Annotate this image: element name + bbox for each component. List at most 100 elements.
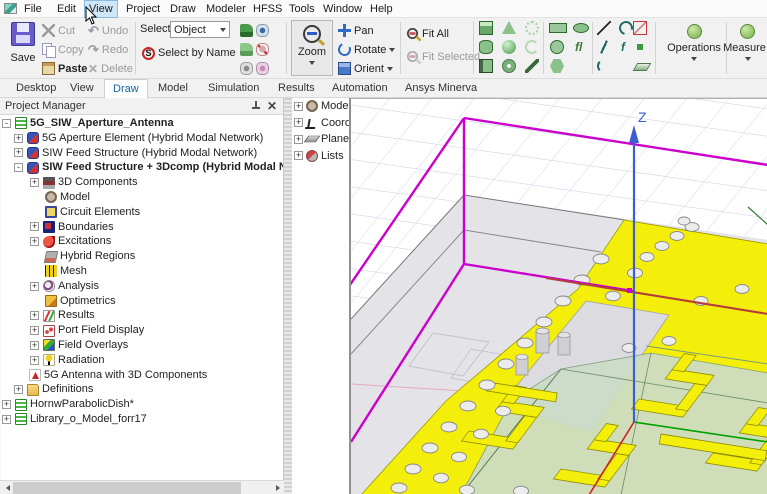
delete-button[interactable]: ✕Delete <box>88 59 133 78</box>
paste-button[interactable]: Paste <box>42 59 87 78</box>
tree-item-analysis[interactable]: +Analysis <box>0 279 283 294</box>
select-by-name-button[interactable]: S Select by Name <box>142 44 236 62</box>
menu-edit[interactable]: Edit <box>53 1 80 17</box>
hexagon-icon[interactable] <box>550 59 564 73</box>
pan-button[interactable]: Pan <box>338 21 395 40</box>
tree-item-excitations[interactable]: +Excitations <box>0 234 283 249</box>
scroll-right-button[interactable] <box>271 482 284 494</box>
box-icon[interactable] <box>479 21 493 35</box>
menu-modeler[interactable]: Modeler <box>202 1 250 17</box>
panel-splitter[interactable] <box>284 98 292 494</box>
copy-button[interactable]: Copy <box>42 40 87 59</box>
horizontal-scrollbar[interactable] <box>0 480 284 494</box>
menu-window[interactable]: Window <box>319 1 366 17</box>
tab-results[interactable]: Results <box>270 79 323 98</box>
menu-file[interactable]: File <box>20 1 46 17</box>
tree-item-circuit-elements[interactable]: Circuit Elements <box>0 205 283 220</box>
show-selection-icon[interactable] <box>240 43 253 56</box>
model-tree-item-model[interactable]: +Model <box>292 98 349 115</box>
tree-item-design[interactable]: +SIW Feed Structure (Hybrid Modal Networ… <box>0 146 283 161</box>
tree-item-field-overlays[interactable]: +Field Overlays <box>0 338 283 353</box>
tab-simulation[interactable]: Simulation <box>200 79 267 98</box>
tree-item-project3[interactable]: +Library_o_Model_forr17 <box>0 412 283 427</box>
cylinder-icon[interactable] <box>479 40 493 54</box>
equation-curve-icon[interactable]: f <box>621 40 625 54</box>
spline-icon[interactable] <box>597 40 611 54</box>
tab-model[interactable]: Model <box>150 79 196 98</box>
view-nav-group: Pan Rotate Orient <box>338 21 395 78</box>
tree-item-results[interactable]: +Results <box>0 308 283 323</box>
rectangle-icon[interactable] <box>549 23 567 33</box>
line-icon[interactable] <box>597 21 611 35</box>
menu-draw[interactable]: Draw <box>166 1 200 17</box>
circle-icon[interactable] <box>550 40 564 54</box>
clipboard-group: Cut Copy Paste <box>42 21 87 78</box>
facets-icon[interactable]: fl <box>575 40 582 54</box>
tree-item-port-field-display[interactable]: +Port Field Display <box>0 323 283 338</box>
fit-all-button[interactable]: Fit All <box>406 24 480 43</box>
hide-all-icon[interactable] <box>256 62 269 75</box>
prism-icon[interactable] <box>479 59 493 73</box>
tab-automation[interactable]: Automation <box>324 79 396 98</box>
tree-item-definitions[interactable]: +Definitions <box>0 382 283 397</box>
tree-item-project2[interactable]: +HornwParabolicDish* <box>0 397 283 412</box>
fit-selected-button[interactable]: Fit Selected <box>406 47 480 66</box>
save-button[interactable]: Save <box>6 22 40 67</box>
hide-selection-icon[interactable] <box>256 43 269 56</box>
arc-segment-icon[interactable] <box>597 59 611 73</box>
tree-item-hybrid-regions[interactable]: Hybrid Regions <box>0 249 283 264</box>
measure-button[interactable]: Measure <box>728 24 767 67</box>
menu-help[interactable]: Help <box>366 1 397 17</box>
model-tree-item-planes[interactable]: +Planes <box>292 131 349 148</box>
ellipse-icon[interactable] <box>573 23 589 33</box>
tree-item-project[interactable]: -5G_SIW_Aperture_Antenna <box>0 116 283 131</box>
helix-icon[interactable] <box>525 21 539 35</box>
project-manager-title: Project Manager <box>5 100 86 112</box>
cut-button[interactable]: Cut <box>42 21 87 40</box>
tree-item-boundaries[interactable]: +Boundaries <box>0 220 283 235</box>
tab-desktop[interactable]: Desktop <box>8 79 64 98</box>
tree-item-design-active[interactable]: -SIW Feed Structure + 3Dcomp (Hybrid Mod… <box>0 160 283 175</box>
redo-button[interactable]: ↷Redo <box>88 40 133 59</box>
model-tree-item-lists[interactable]: +Lists <box>292 148 349 165</box>
bondwire-icon[interactable] <box>525 59 539 73</box>
tree-item-design[interactable]: +5G Aperture Element (Hybrid Modal Netwo… <box>0 131 283 146</box>
tree-item-3d-components[interactable]: +3D Components <box>0 175 283 190</box>
cone-icon[interactable] <box>502 21 516 34</box>
spiral-icon[interactable] <box>525 40 539 54</box>
zoom-button[interactable]: Zoom <box>291 20 333 76</box>
tab-draw[interactable]: Draw <box>104 79 148 98</box>
tree-item-5g-antenna[interactable]: 5G Antenna with 3D Components <box>0 368 283 383</box>
orient-button[interactable]: Orient <box>338 59 395 78</box>
scroll-left-button[interactable] <box>0 482 13 494</box>
torus-icon[interactable] <box>502 59 516 73</box>
show-all-icon[interactable] <box>240 24 253 37</box>
tab-view[interactable]: View <box>62 79 102 98</box>
modeler-3d-viewport[interactable]: Z <box>350 98 767 494</box>
menu-hfss[interactable]: HFSS <box>249 1 286 17</box>
scrollbar-thumb[interactable] <box>13 482 241 494</box>
project-manager-panel: Project Manager ✕ -5G_SIW_Aperture_Anten… <box>0 98 284 494</box>
show-hidden-icon[interactable] <box>240 62 253 75</box>
operations-button[interactable]: Operations <box>664 24 724 67</box>
3d-scene: Z <box>351 99 767 494</box>
point-icon[interactable] <box>633 40 647 54</box>
menu-project[interactable]: Project <box>122 1 164 17</box>
tree-item-radiation[interactable]: +Radiation <box>0 353 283 368</box>
tree-item-mesh[interactable]: Mesh <box>0 264 283 279</box>
menu-tools[interactable]: Tools <box>285 1 319 17</box>
select-type-dropdown[interactable]: Object <box>170 21 230 38</box>
measure-label: Measure <box>722 42 767 54</box>
tree-item-optimetrics[interactable]: Optimetrics <box>0 294 283 309</box>
subtract-box-icon[interactable] <box>633 21 647 35</box>
pin-icon[interactable] <box>251 101 261 112</box>
pan-icon <box>338 24 351 37</box>
plane-icon[interactable] <box>633 63 652 71</box>
close-icon[interactable]: ✕ <box>266 99 278 113</box>
tree-item-model[interactable]: Model <box>0 190 283 205</box>
sphere-icon[interactable] <box>502 40 516 54</box>
tab-ansys-minerva[interactable]: Ansys Minerva <box>397 79 485 98</box>
rotate-button[interactable]: Rotate <box>338 40 395 59</box>
visibility-icon[interactable] <box>256 24 269 37</box>
model-tree-item-coord[interactable]: +Coord <box>292 115 349 132</box>
